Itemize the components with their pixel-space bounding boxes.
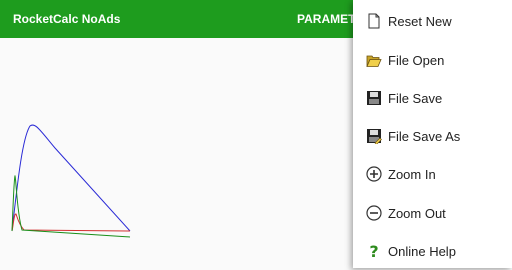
plot-curve-green [11,174,131,238]
menu-item-online-help[interactable]: ? Online Help [353,232,512,270]
menu-item-file-save[interactable]: File Save [353,79,512,117]
plot-curve-blue [11,124,131,232]
menu-item-label: Reset New [388,13,452,29]
overflow-menu: Reset New File Open File Save File Save … [353,0,512,268]
menu-item-label: Zoom Out [388,205,446,221]
menu-item-label: Online Help [388,243,456,259]
menu-item-label: File Save As [388,128,461,144]
new-file-icon [366,13,382,29]
menu-item-label: File Save [388,90,443,106]
menu-item-reset-new[interactable]: Reset New [353,2,512,40]
menu-item-label: File Open [388,52,445,68]
zoom-out-icon [366,205,382,221]
menu-item-file-save-as[interactable]: File Save As [353,117,512,155]
help-icon: ? [366,243,382,259]
zoom-in-icon [366,166,382,182]
folder-open-icon [366,52,382,68]
menu-item-file-open[interactable]: File Open [353,41,512,79]
app-title: RocketCalc NoAds [13,12,121,26]
floppy-disk-icon [366,90,382,106]
svg-text:?: ? [369,243,378,259]
plot-curve-red [11,213,131,232]
floppy-disk-save-as-icon [366,128,382,144]
menu-item-zoom-out[interactable]: Zoom Out [353,194,512,232]
menu-item-zoom-in[interactable]: Zoom In [353,155,512,193]
menu-item-label: Zoom In [388,166,436,182]
